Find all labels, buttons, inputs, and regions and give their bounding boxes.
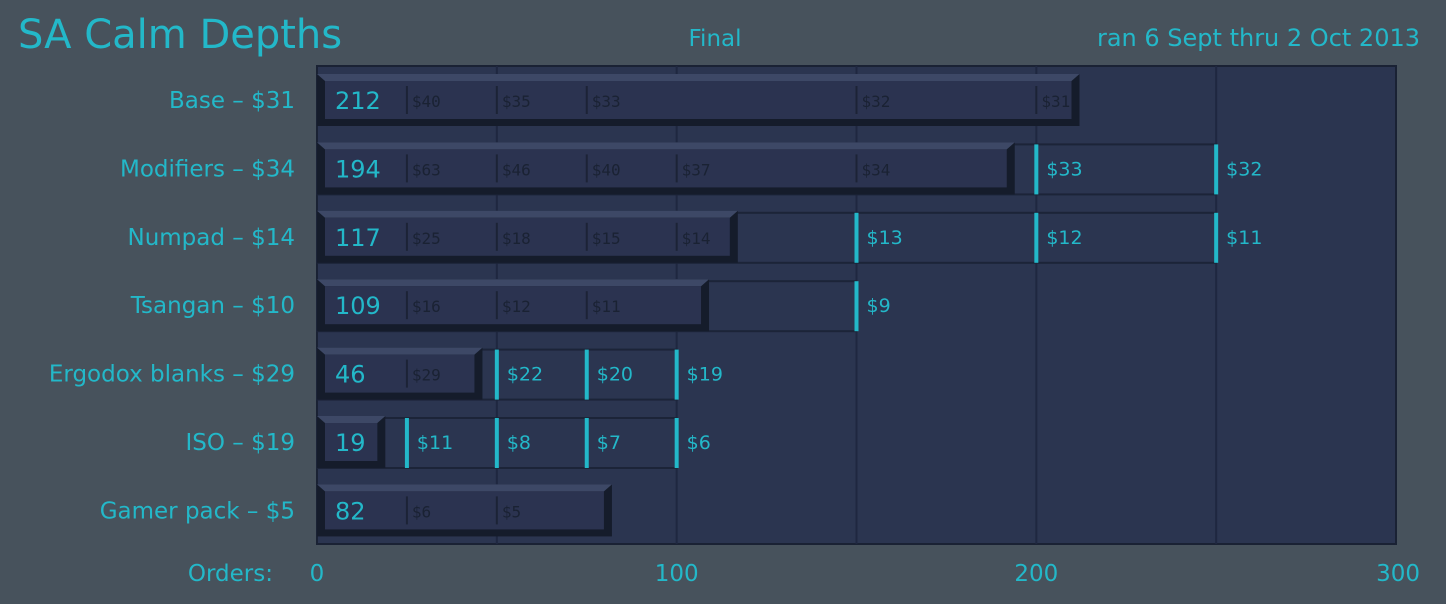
tier-price-label: $37 (682, 160, 711, 179)
bar-chart: Base – $31 $40 $35 $33 $32 $31 212 Modifiers – … (49, 65, 1420, 587)
bar-bevel (317, 347, 483, 355)
tier-price-label: $19 (687, 364, 723, 386)
category-label: Tsangan – $10 (130, 293, 295, 319)
tier-price-label: $6 (412, 502, 431, 521)
x-tick-label: 300 (1376, 561, 1420, 587)
bar-value-label: 82 (335, 497, 366, 525)
x-axis-label: Orders: (188, 561, 273, 587)
tier-price-label: $12 (502, 297, 531, 316)
bar-bevel (317, 74, 1080, 81)
tier-price-label: $22 (507, 364, 543, 386)
tier-marker (1034, 144, 1039, 195)
tier-price-label: $29 (412, 366, 441, 385)
category-label: ISO – $19 (185, 430, 295, 456)
bar-bevel (317, 279, 710, 287)
category-label: Ergodox blanks – $29 (49, 362, 295, 388)
tier-price-label: $32 (1226, 158, 1262, 180)
tier-price-label: $63 (412, 160, 441, 179)
bar-value-label: 109 (335, 292, 381, 320)
tier-price-label: $11 (1226, 227, 1262, 249)
tier-price-label: $46 (502, 160, 531, 179)
bar-bevel (317, 210, 738, 218)
tier-price-label: $6 (687, 432, 711, 454)
tier-price-label: $11 (417, 432, 453, 454)
x-tick-label: 200 (1014, 561, 1058, 587)
tier-marker (584, 349, 589, 400)
bar-value-label: 194 (335, 155, 381, 183)
bar-bevel (317, 142, 1015, 150)
tier-price-label: $40 (592, 160, 621, 179)
tier-price-label: $16 (412, 297, 441, 316)
category-label: Base – $31 (169, 88, 295, 114)
tier-price-label: $7 (597, 432, 621, 454)
bar-value-label: 117 (335, 224, 381, 252)
tier-marker (1214, 212, 1219, 263)
tier-price-label: $15 (592, 229, 621, 248)
tier-marker (674, 418, 679, 468)
tier-marker (674, 349, 679, 400)
tier-price-label: $18 (502, 229, 531, 248)
tier-price-label: $25 (412, 229, 441, 248)
tier-price-label: $9 (867, 295, 891, 317)
tier-marker (404, 418, 409, 468)
bar (325, 491, 604, 530)
tier-price-label: $5 (502, 502, 521, 521)
tier-price-label: $12 (1046, 227, 1082, 249)
bar-bevel (317, 484, 612, 492)
tier-price-label: $40 (412, 92, 441, 111)
tier-marker (854, 212, 859, 263)
bar-value-label: 212 (335, 87, 381, 115)
tier-price-label: $34 (862, 160, 891, 179)
tier-price-label: $32 (862, 92, 891, 111)
bar-value-label: 46 (335, 361, 366, 389)
tier-marker (494, 349, 499, 400)
tier-price-label: $8 (507, 432, 531, 454)
tier-price-label: $11 (592, 297, 621, 316)
category-label: Gamer pack – $5 (100, 498, 295, 524)
tier-price-label: $20 (597, 364, 633, 386)
tier-marker (854, 281, 859, 332)
tier-price-label: $13 (867, 227, 903, 249)
x-tick-label: 100 (655, 561, 699, 587)
category-label: Modifiers – $34 (120, 156, 295, 182)
tier-marker (494, 418, 499, 468)
category-label: Numpad – $14 (127, 225, 295, 251)
tier-marker (584, 418, 589, 468)
tier-price-label: $31 (1041, 92, 1070, 111)
tier-price-label: $14 (682, 229, 711, 248)
tier-marker (1034, 212, 1039, 263)
x-tick-label: 0 (310, 561, 325, 587)
bar-bevel (317, 416, 386, 423)
tier-marker (1214, 144, 1219, 195)
tier-price-label: $33 (592, 92, 621, 111)
tier-price-label: $33 (1046, 158, 1082, 180)
tier-price-label: $35 (502, 92, 531, 111)
bar-value-label: 19 (335, 429, 366, 457)
